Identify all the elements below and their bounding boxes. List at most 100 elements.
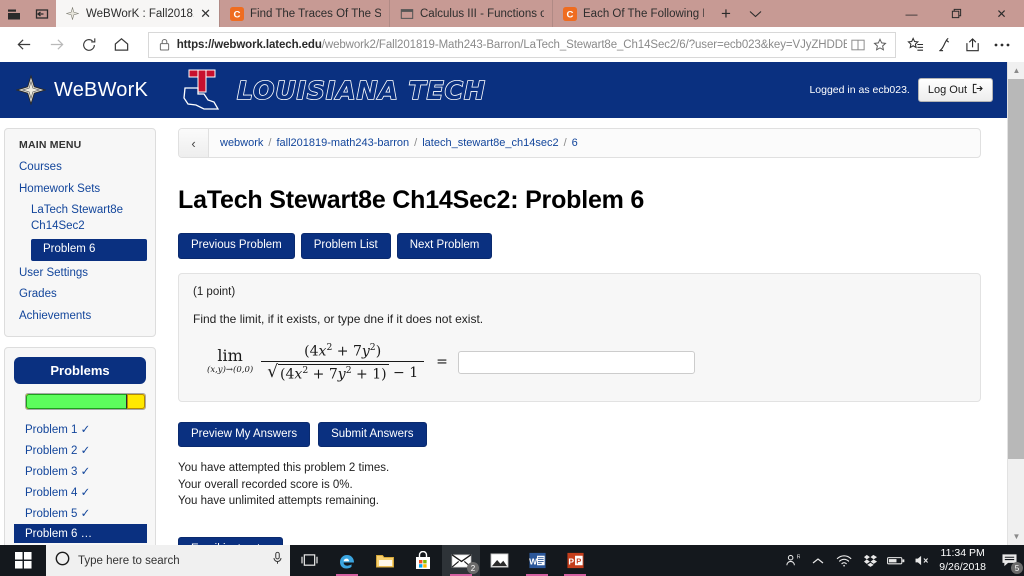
tab-list-caret-icon[interactable] xyxy=(740,0,770,27)
sidebar-item-grades[interactable]: Grades xyxy=(5,284,155,306)
sidebar-item-achievements[interactable]: Achievements xyxy=(5,306,155,328)
windows-start-icon[interactable] xyxy=(0,545,46,576)
back-arrow-icon[interactable] xyxy=(8,30,40,60)
browser-tab-3[interactable]: Calculus III - Functions of S‹ xyxy=(389,0,552,27)
progress-bar-correct xyxy=(26,394,128,410)
breadcrumb-item-set[interactable]: latech_stewart8e_ch14sec2 xyxy=(422,137,558,149)
svg-text:C: C xyxy=(233,9,240,20)
refresh-icon[interactable] xyxy=(73,30,105,60)
sidebar: MAIN MENU Courses Homework Sets LaTech S… xyxy=(4,128,156,545)
sidebar-item-ch14sec2[interactable]: Ch14Sec2 xyxy=(5,219,155,238)
notification-icon[interactable]: 5 xyxy=(994,545,1024,576)
breadcrumb-item-course[interactable]: fall201819-math243-barron xyxy=(276,137,409,149)
svg-text:P: P xyxy=(576,556,581,565)
sidebar-item-latech-stewart8e[interactable]: LaTech Stewart8e xyxy=(5,200,155,219)
cortana-circle-icon xyxy=(55,551,70,571)
volume-muted-icon[interactable] xyxy=(909,545,935,576)
web-notes-icon[interactable] xyxy=(930,30,959,60)
breadcrumb-item-problem[interactable]: 6 xyxy=(572,137,578,149)
maximize-button[interactable] xyxy=(934,0,979,27)
home-icon[interactable] xyxy=(105,30,137,60)
windows-taskbar: Type here to search 2 W PP R xyxy=(0,545,1024,576)
chevron-up-icon[interactable] xyxy=(805,545,831,576)
forward-arrow-icon[interactable] xyxy=(40,30,72,60)
svg-text:P: P xyxy=(568,556,574,566)
log-out-button[interactable]: Log Out xyxy=(917,78,993,102)
submit-answers-button[interactable]: Submit Answers xyxy=(318,421,427,448)
webwork-logo[interactable]: WeBWorK xyxy=(15,74,148,106)
document-icon xyxy=(399,6,414,21)
problems-panel: Problems Problem 1 ✓ Problem 2 ✓ Problem… xyxy=(4,347,156,545)
browser-tab-2-title: Find The Traces Of The Surf xyxy=(250,7,381,20)
page-scrollbar[interactable]: ▲ ▼ xyxy=(1007,62,1024,545)
problem-link-3[interactable]: Problem 3 ✓ xyxy=(5,460,155,481)
microphone-icon[interactable] xyxy=(271,551,284,570)
problem-link-5[interactable]: Problem 5 ✓ xyxy=(5,502,155,523)
photos-icon[interactable] xyxy=(480,545,518,576)
more-options-icon[interactable] xyxy=(987,30,1016,60)
chegg-icon: C xyxy=(229,6,244,21)
close-tab-icon[interactable]: ✕ xyxy=(200,7,211,20)
wifi-icon[interactable] xyxy=(831,545,857,576)
close-window-button[interactable]: ✕ xyxy=(979,0,1024,27)
louisiana-tech-text: LOUISIANA TECH xyxy=(236,75,486,106)
previous-problem-button[interactable]: Previous Problem xyxy=(178,233,295,259)
microsoft-store-icon[interactable] xyxy=(404,545,442,576)
system-tray: R 11:34 PM 9/26/2018 5 xyxy=(779,545,1024,576)
powerpoint-icon[interactable]: PP xyxy=(556,545,594,576)
login-status-area: Logged in as ecb023. Log Out xyxy=(809,78,993,102)
new-tab-button[interactable]: + xyxy=(712,0,740,27)
file-explorer-icon[interactable] xyxy=(366,545,404,576)
scroll-down-arrow-icon[interactable]: ▼ xyxy=(1008,528,1024,545)
email-instructor-button[interactable]: Email instructor xyxy=(178,537,284,545)
next-problem-button[interactable]: Next Problem xyxy=(396,233,493,259)
sidebar-item-courses[interactable]: Courses xyxy=(5,157,155,179)
mail-icon[interactable]: 2 xyxy=(442,545,480,576)
dropbox-icon[interactable] xyxy=(857,545,883,576)
scrollbar-thumb[interactable] xyxy=(1008,79,1024,459)
progress-bar xyxy=(25,393,146,411)
browser-window: WeBWorK : Fall201819-I ✕ C Find The Trac… xyxy=(0,0,1024,545)
browser-tab-3-title: Calculus III - Functions of S‹ xyxy=(420,7,544,20)
address-bar[interactable]: https://webwork.latech.edu/webwork2/Fall… xyxy=(147,31,896,58)
limit-operator: lim (x,y)→(0,0) xyxy=(207,347,253,377)
problem-link-1[interactable]: Problem 1 ✓ xyxy=(5,418,155,439)
sidebar-item-problem-6[interactable]: Problem 6 xyxy=(31,239,147,261)
microsoft-edge-icon[interactable] xyxy=(328,545,366,576)
task-view-icon[interactable] xyxy=(290,545,328,576)
search-input[interactable]: Type here to search xyxy=(46,545,290,576)
math-expression: lim (x,y)→(0,0) (4x2 + 7y2) √ (4x2 + 7y2 … xyxy=(207,342,966,383)
problem-link-6[interactable]: Problem 6 … xyxy=(14,524,147,544)
browser-tab-4-title: Each Of The Following Func xyxy=(583,7,704,20)
problem-list-button[interactable]: Problem List xyxy=(300,233,391,259)
reading-view-icon[interactable] xyxy=(847,39,869,51)
taskbar-clock[interactable]: 11:34 PM 9/26/2018 xyxy=(935,547,994,573)
browser-tab-4[interactable]: C Each Of The Following Func xyxy=(552,0,712,27)
favorites-hub-icon[interactable] xyxy=(902,30,931,60)
word-icon[interactable]: W xyxy=(518,545,556,576)
share-icon[interactable] xyxy=(959,30,988,60)
preview-my-answers-button[interactable]: Preview My Answers xyxy=(178,421,311,448)
breadcrumb-item-webwork[interactable]: webwork xyxy=(220,137,263,149)
minimize-button[interactable]: — xyxy=(889,0,934,27)
scroll-up-arrow-icon[interactable]: ▲ xyxy=(1008,62,1024,79)
restore-tabs-icon[interactable] xyxy=(31,2,53,26)
problem-body: (1 point) Find the limit, if it exists, … xyxy=(178,272,981,402)
problem-link-4[interactable]: Problem 4 ✓ xyxy=(5,481,155,502)
sidebar-item-homework-sets[interactable]: Homework Sets xyxy=(5,179,155,201)
sidebar-item-user-settings[interactable]: User Settings xyxy=(5,263,155,285)
browser-tab-1[interactable]: WeBWorK : Fall201819-I ✕ xyxy=(56,0,219,27)
problem-link-2[interactable]: Problem 2 ✓ xyxy=(5,439,155,460)
person-icon[interactable]: R xyxy=(779,545,805,576)
address-bar-url: https://webwork.latech.edu/webwork2/Fall… xyxy=(173,39,847,51)
browser-navigation-bar: https://webwork.latech.edu/webwork2/Fall… xyxy=(0,27,1024,62)
sidebar-collapse-button[interactable]: ‹ xyxy=(179,129,209,157)
search-placeholder-text: Type here to search xyxy=(78,554,180,567)
answer-input[interactable] xyxy=(457,350,695,374)
set-tabs-aside-icon[interactable] xyxy=(3,2,25,26)
star-icon[interactable] xyxy=(869,37,891,52)
browser-tab-2[interactable]: C Find The Traces Of The Surf xyxy=(219,0,389,27)
main-menu-panel: MAIN MENU Courses Homework Sets LaTech S… xyxy=(4,128,156,338)
battery-icon[interactable] xyxy=(883,545,909,576)
main-menu-title: MAIN MENU xyxy=(19,139,82,151)
